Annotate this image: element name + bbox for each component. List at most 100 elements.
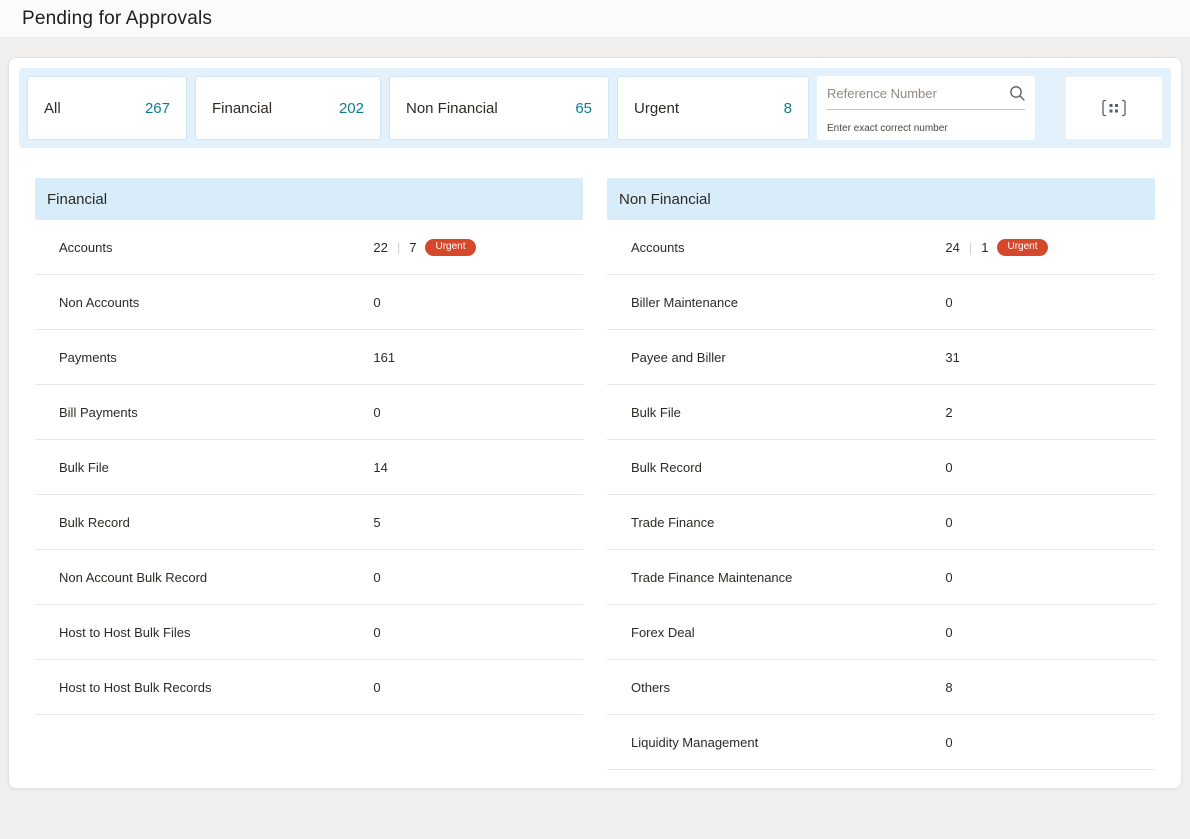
approval-row-liquidity-management[interactable]: Liquidity Management0 <box>607 715 1155 770</box>
row-label: Trade Finance Maintenance <box>631 570 945 585</box>
row-label: Bill Payments <box>59 405 373 420</box>
row-counts: 0 <box>945 735 952 750</box>
view-toggle-button[interactable] <box>1065 76 1163 140</box>
row-label: Trade Finance <box>631 515 945 530</box>
row-count: 5 <box>373 515 380 530</box>
row-label: Non Accounts <box>59 295 373 310</box>
approval-row-others[interactable]: Others8 <box>607 660 1155 715</box>
row-counts: 0 <box>945 625 952 640</box>
row-counts: 24|1Urgent <box>945 239 1047 256</box>
filter-bar: All 267 Financial 202 Non Financial65Urgent8… <box>19 68 1171 148</box>
approval-row-host-to-host-bulk-records[interactable]: Host to Host Bulk Records0 <box>35 660 583 715</box>
approval-row-bulk-file[interactable]: Bulk File14 <box>35 440 583 495</box>
row-count: 0 <box>373 295 380 310</box>
row-count: 0 <box>945 295 952 310</box>
top-bar: Pending for Approvals <box>0 0 1190 38</box>
list-view-icon <box>1102 99 1126 117</box>
row-counts: 0 <box>373 625 380 640</box>
row-count: 0 <box>373 405 380 420</box>
panel-header: Non Financial <box>607 178 1155 220</box>
approval-row-payments[interactable]: Payments161 <box>35 330 583 385</box>
approval-row-forex-deal[interactable]: Forex Deal0 <box>607 605 1155 660</box>
row-count: 0 <box>373 570 380 585</box>
row-count: 8 <box>945 680 952 695</box>
row-counts: 0 <box>945 515 952 530</box>
approval-row-bulk-record[interactable]: Bulk Record0 <box>607 440 1155 495</box>
reference-search-box: Enter exact correct number <box>817 76 1035 140</box>
row-counts: 161 <box>373 350 395 365</box>
urgent-badge: Urgent <box>425 239 475 256</box>
approval-row-accounts[interactable]: Accounts22 | 7 Urgent <box>35 220 583 275</box>
row-counts: 0 <box>945 570 952 585</box>
filter-tab-label: Non Financial <box>406 100 498 117</box>
filter-tab-all[interactable]: All 267 <box>27 76 187 140</box>
row-count: 0 <box>945 625 952 640</box>
row-count: 0 <box>945 460 952 475</box>
filter-tab-label: Financial <box>212 100 272 117</box>
row-label: Host to Host Bulk Files <box>59 625 373 640</box>
urgent-badge: Urgent <box>997 239 1047 256</box>
panel-rows: Accounts22|7UrgentNon Accounts0Payments1… <box>35 220 583 715</box>
row-urgent-count: 1 <box>981 240 988 255</box>
row-counts: 0 <box>373 405 380 420</box>
row-counts: 8 <box>945 680 952 695</box>
search-icon <box>1009 85 1026 102</box>
approval-row-bulk-file[interactable]: Bulk File2 <box>607 385 1155 440</box>
approval-row-trade-finance[interactable]: Trade Finance0 <box>607 495 1155 550</box>
row-count: 161 <box>373 350 395 365</box>
search-button[interactable] <box>1003 85 1026 102</box>
row-count: 2 <box>945 405 952 420</box>
reference-number-input[interactable] <box>827 86 1003 101</box>
row-label: Liquidity Management <box>631 735 945 750</box>
approval-row-biller-maintenance[interactable]: Biller Maintenance0 <box>607 275 1155 330</box>
row-label: Accounts <box>631 240 945 255</box>
count-divider: | <box>397 240 400 255</box>
approval-row-non-accounts[interactable]: Non Accounts0 <box>35 275 583 330</box>
row-count: 31 <box>945 350 959 365</box>
page-title: Pending for Approvals <box>22 8 212 30</box>
approval-row-bulk-record[interactable]: Bulk Record5 <box>35 495 583 550</box>
approval-row-host-to-host-bulk-files[interactable]: Host to Host Bulk Files0 <box>35 605 583 660</box>
row-count: 0 <box>373 625 380 640</box>
approval-row-accounts[interactable]: Accounts24|1Urgent <box>607 220 1155 275</box>
row-counts: 14 <box>373 460 387 475</box>
approval-row-payee-and-biller[interactable]: Payee and Biller31 <box>607 330 1155 385</box>
filter-tabs: All 267 Financial 202 Non Financial65Urgent8 <box>27 76 809 140</box>
row-counts: 0 <box>373 680 380 695</box>
row-count: 22 <box>373 240 387 255</box>
row-label: Others <box>631 680 945 695</box>
panel-non-financial: Non Financial Accounts24|1UrgentBiller M… <box>607 178 1155 770</box>
filter-tab-count: 267 <box>145 100 170 117</box>
row-label: Payments <box>59 350 373 365</box>
row-counts: 31 <box>945 350 959 365</box>
filter-tab-non-financial[interactable]: Non Financial65 <box>389 76 609 140</box>
reference-search-row <box>827 85 1025 110</box>
row-label: Host to Host Bulk Records <box>59 680 373 695</box>
row-counts: 0 <box>945 295 952 310</box>
row-counts: 0 <box>945 460 952 475</box>
row-label: Biller Maintenance <box>631 295 945 310</box>
approvals-card: All267Financial202Non Financial65Urgent8… <box>8 57 1182 789</box>
approval-row-bill-payments[interactable]: Bill Payments0 <box>35 385 583 440</box>
row-label: Non Account Bulk Record <box>59 570 373 585</box>
search-helper-text: Enter exact correct number <box>827 118 1025 134</box>
row-count: 0 <box>373 680 380 695</box>
row-count: 0 <box>945 515 952 530</box>
filter-tab-financial[interactable]: Financial 202 <box>195 76 381 140</box>
row-label: Accounts <box>59 240 373 255</box>
row-urgent-count: 7 <box>409 240 416 255</box>
row-label: Payee and Biller <box>631 350 945 365</box>
row-label: Bulk Record <box>59 515 373 530</box>
filter-tab-label: All <box>44 100 61 117</box>
filter-tab-urgent[interactable]: Urgent8 <box>617 76 809 140</box>
approval-row-non-account-bulk-record[interactable]: Non Account Bulk Record0 <box>35 550 583 605</box>
row-counts: 22 | 7 Urgent <box>373 239 475 256</box>
row-label: Bulk Record <box>631 460 945 475</box>
row-counts: 2 <box>945 405 952 420</box>
filter-tab-count: 202 <box>339 100 364 117</box>
row-label: Bulk File <box>631 405 945 420</box>
approval-row-trade-finance-maintenance[interactable]: Trade Finance Maintenance0 <box>607 550 1155 605</box>
panel-rows: Accounts24|1UrgentBiller Maintenance0Pay… <box>607 220 1155 770</box>
panels-container: Financial Accounts22|7UrgentNon Accounts… <box>9 158 1181 788</box>
row-counts: 0 <box>373 295 380 310</box>
